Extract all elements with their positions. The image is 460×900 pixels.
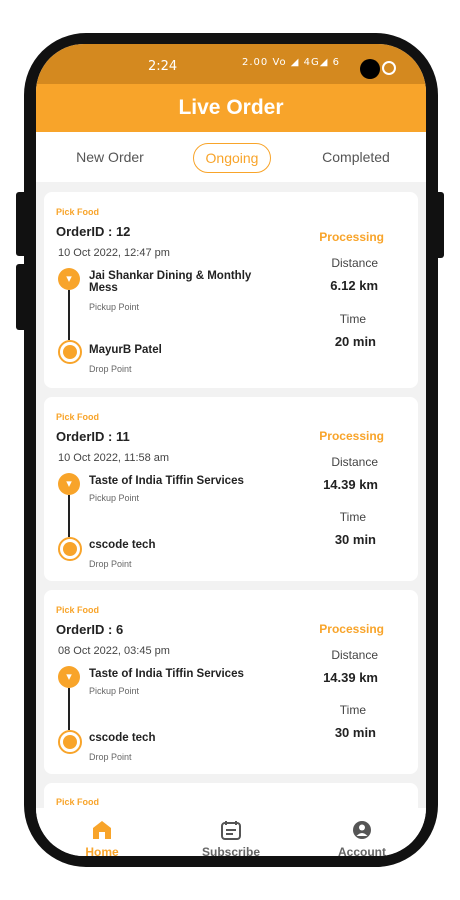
user-icon [353,821,371,839]
nav-home-label: Home [85,845,119,856]
order-kind: Pick Food [56,412,100,422]
pickup-name: Jai Shankar Dining & Monthly Mess [89,270,252,294]
pickup-name: Taste of India Tiffin Services [89,668,244,680]
nav-account-label: Account [338,845,386,856]
drop-name: MayurB Patel [89,344,162,356]
distance-label: Distance [331,455,378,469]
pickup-label: Pickup Point [89,493,140,503]
calendar-icon [221,821,241,840]
tab-ongoing[interactable]: Ongoing [193,143,271,173]
bottom-navigation: Home Subscribe Account [36,808,426,856]
time-value: 30 min [334,532,376,547]
order-kind: Pick Food [56,797,100,807]
order-id: OrderID : 11 [56,429,130,444]
order-kind: Pick Food [56,207,100,217]
order-list[interactable]: Pick Food OrderID : 12 10 Oct 2022, 12:4… [36,182,426,808]
order-card[interactable]: Pick Food [44,783,418,808]
nav-home[interactable]: Home [52,808,152,856]
app-screen: 2:24 2.00 Vo ◢ 4G◢ 6 Live Order New Orde… [36,44,426,856]
order-card[interactable]: Pick Food OrderID : 11 10 Oct 2022, 11:5… [44,397,418,581]
tab-new-order[interactable]: New Order [62,143,158,173]
drop-name: cscode tech [89,732,156,744]
distance-value: 14.39 km [323,477,378,492]
order-card[interactable]: Pick Food OrderID : 6 08 Oct 2022, 03:45… [44,590,418,774]
nav-subscribe-label: Subscribe [201,845,261,856]
order-status: Processing [319,622,384,636]
page-title: Live Order [36,84,426,132]
pickup-pin-icon: ▾ [58,666,80,688]
drop-pin-icon [58,340,82,364]
time-label: Time [339,703,366,717]
order-datetime: 10 Oct 2022, 12:47 pm [58,247,170,259]
distance-value: 6.12 km [330,278,378,293]
drop-label: Drop Point [89,364,132,374]
order-kind: Pick Food [56,605,100,615]
drop-label: Drop Point [89,559,132,569]
home-icon [93,821,111,839]
status-icons: 2.00 Vo ◢ 4G◢ 6 [242,57,341,68]
pickup-name: Taste of India Tiffin Services [89,475,244,487]
distance-value: 14.39 km [323,670,378,685]
time-value: 30 min [334,725,376,740]
time-label: Time [339,312,366,326]
pickup-pin-icon: ▾ [58,268,80,290]
camera-icon [360,59,380,79]
drop-label: Drop Point [89,752,132,762]
drop-name: cscode tech [89,539,156,551]
nav-account[interactable]: Account [312,808,412,856]
order-status: Processing [319,230,384,244]
order-datetime: 08 Oct 2022, 03:45 pm [58,645,170,657]
route-line [68,290,70,340]
time-label: Time [339,510,366,524]
tab-completed[interactable]: Completed [308,143,404,173]
order-id: OrderID : 12 [56,224,131,239]
pickup-label: Pickup Point [89,686,140,696]
order-tabs: New Order Ongoing Completed [36,132,426,182]
nav-subscribe[interactable]: Subscribe [181,808,281,856]
route-line [68,495,70,537]
status-bar: 2:24 2.00 Vo ◢ 4G◢ 6 [36,44,426,84]
distance-label: Distance [331,256,378,270]
time-value: 20 min [334,334,376,349]
pickup-pin-icon: ▾ [58,473,80,495]
battery-ring-icon [382,61,396,75]
order-datetime: 10 Oct 2022, 11:58 am [58,452,170,464]
pickup-label: Pickup Point [89,302,140,312]
route-line [68,688,70,730]
distance-label: Distance [331,648,378,662]
order-card[interactable]: Pick Food OrderID : 12 10 Oct 2022, 12:4… [44,192,418,388]
status-time: 2:24 [148,59,178,74]
order-id: OrderID : 6 [56,622,124,637]
drop-pin-icon [58,730,82,754]
order-status: Processing [319,429,384,443]
drop-pin-icon [58,537,82,561]
